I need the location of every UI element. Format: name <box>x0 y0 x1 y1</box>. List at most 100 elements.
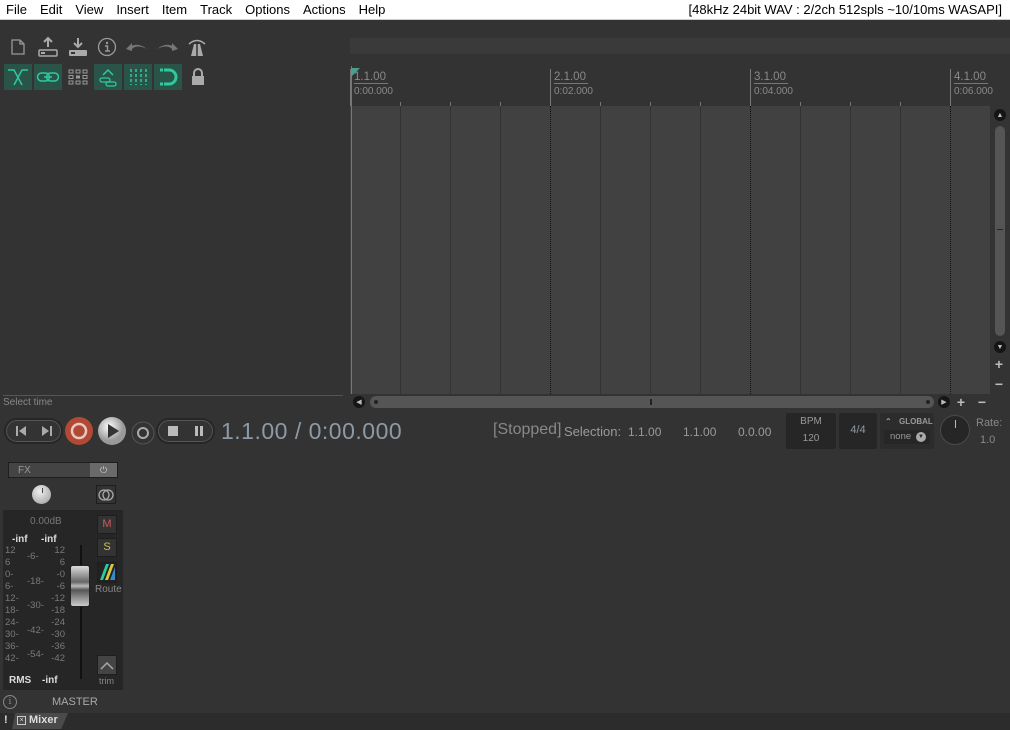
selection-end[interactable]: 1.1.00 <box>683 425 716 439</box>
project-info-button[interactable] <box>93 34 121 60</box>
meter-scale-tick: 30- <box>5 629 19 640</box>
divider <box>3 395 343 396</box>
menu-actions[interactable]: Actions <box>297 0 353 20</box>
menu-options[interactable]: Options <box>239 0 297 20</box>
time-signature: 4/4 <box>850 424 866 436</box>
go-to-end-button[interactable] <box>34 416 60 446</box>
menu-file[interactable]: File <box>0 0 34 20</box>
bpm-value: 120 <box>802 433 820 444</box>
fx-button[interactable]: FX ⏻ <box>8 462 118 478</box>
save-project-button[interactable] <box>64 34 92 60</box>
peak-right[interactable]: -inf <box>41 534 57 545</box>
snap-magnet-toggle[interactable] <box>154 64 182 90</box>
arrow-left-icon: ◀ <box>356 399 362 406</box>
meter-scale-tick: 6 <box>5 557 11 568</box>
fx-bypass-button[interactable]: ⏻ <box>90 463 117 477</box>
vertical-scroll-thumb[interactable] <box>995 126 1005 336</box>
volume-fader[interactable] <box>70 565 90 607</box>
selection-start[interactable]: 1.1.00 <box>628 425 661 439</box>
stereo-mode-button[interactable] <box>96 485 116 504</box>
plus-icon: + <box>956 394 966 410</box>
repeat-button[interactable] <box>130 418 156 448</box>
auto-crossfade-toggle[interactable] <box>4 64 32 90</box>
ripple-link-toggle[interactable] <box>34 64 62 90</box>
warning-indicator[interactable]: ! <box>4 714 8 726</box>
menu-insert[interactable]: Insert <box>110 0 156 20</box>
stop-button[interactable] <box>160 416 186 446</box>
pan-knob[interactable] <box>32 485 51 504</box>
edit-cursor[interactable] <box>351 66 352 394</box>
zoom-in-horizontal-button[interactable]: + <box>955 394 967 410</box>
scroll-up-button[interactable]: ▲ <box>994 109 1006 121</box>
bpm-label: BPM <box>800 416 822 427</box>
master-track-name: MASTER <box>52 696 98 708</box>
horizontal-scrollbar[interactable] <box>370 396 934 408</box>
meter-scale-tick: 42- <box>5 653 19 664</box>
close-icon[interactable]: × <box>17 716 26 725</box>
solo-label: S <box>103 541 111 553</box>
audio-device-status[interactable]: [48kHz 24bit WAV : 2/2ch 512spls ~10/10m… <box>689 0 1002 20</box>
arrange-view[interactable] <box>350 106 990 394</box>
save-project-icon <box>69 38 87 56</box>
playrate-knob[interactable] <box>940 415 970 445</box>
menu-track[interactable]: Track <box>194 0 239 20</box>
chevron-down-icon: ▼ <box>916 432 926 442</box>
rate-value[interactable]: 1.0 <box>980 434 995 446</box>
meter-scale-tick: -42 <box>51 653 65 664</box>
zoom-out-horizontal-button[interactable]: − <box>976 395 988 409</box>
info-icon[interactable]: i <box>3 695 17 709</box>
global-dropdown[interactable]: none ▼ <box>884 430 930 444</box>
undo-icon <box>126 43 147 51</box>
scroll-right-button[interactable]: ▶ <box>938 396 950 408</box>
snap-lines-icon <box>130 69 147 85</box>
scroll-down-button[interactable]: ▼ <box>994 341 1006 353</box>
time-signature-box[interactable]: 4/4 <box>839 413 877 449</box>
transport-state: [Stopped] <box>493 421 562 438</box>
meter-scale-tick: 12 <box>54 545 65 556</box>
grid-toggle[interactable] <box>64 64 92 90</box>
bpm-box[interactable]: BPM 120 <box>786 413 836 449</box>
lock-icon <box>192 68 204 85</box>
snap-lines-toggle[interactable] <box>124 64 152 90</box>
selection-length[interactable]: 0.0.00 <box>738 425 771 439</box>
global-value: none <box>890 431 912 442</box>
meter-scale-tick: 6- <box>5 581 14 592</box>
peak-left[interactable]: -inf <box>12 534 28 545</box>
rate-label: Rate: <box>976 417 1003 429</box>
menu-help[interactable]: Help <box>353 0 393 20</box>
record-button[interactable] <box>64 416 94 446</box>
menu-view[interactable]: View <box>69 0 110 20</box>
mixer-tab[interactable]: × Mixer <box>12 713 68 729</box>
undo-button[interactable] <box>123 34 151 60</box>
open-project-button[interactable] <box>34 34 62 60</box>
menu-item[interactable]: Item <box>156 0 194 20</box>
lock-toggle[interactable] <box>184 64 212 90</box>
metronome-icon <box>188 39 206 56</box>
zoom-out-vertical-button[interactable]: − <box>993 377 1005 391</box>
region-marker-lane[interactable] <box>350 38 1010 54</box>
new-project-button[interactable] <box>4 34 32 60</box>
solo-button[interactable]: S <box>97 538 117 557</box>
menu-edit[interactable]: Edit <box>34 0 69 20</box>
item-grouping-toggle[interactable] <box>94 64 122 90</box>
trim-button[interactable] <box>97 655 117 675</box>
skip-forward-icon <box>42 426 52 436</box>
pause-button[interactable] <box>186 416 212 446</box>
metronome-button[interactable] <box>183 34 211 60</box>
scroll-left-button[interactable]: ◀ <box>353 396 365 408</box>
plus-icon: + <box>994 356 1004 372</box>
timeline-ruler[interactable]: 1.1.00 0:00.000 2.1.00 0:02.000 3.1.00 0:04… <box>350 66 1010 106</box>
redo-button[interactable] <box>153 34 181 60</box>
volume-readout[interactable]: 0.00dB <box>30 516 62 527</box>
play-button[interactable] <box>97 416 127 446</box>
route-button[interactable] <box>97 562 117 583</box>
edit-cursor-flag[interactable] <box>351 68 360 77</box>
go-to-start-button[interactable] <box>8 416 34 446</box>
mute-button[interactable]: M <box>97 515 117 534</box>
zoom-in-vertical-button[interactable]: + <box>993 356 1005 372</box>
transport-position[interactable]: 1.1.00 / 0:00.000 <box>221 418 402 445</box>
meter-scale-tick: -12 <box>51 593 65 604</box>
repeat-icon <box>131 421 155 445</box>
redo-icon <box>157 43 178 51</box>
menu-bar: File Edit View Insert Item Track Options… <box>0 0 1010 20</box>
